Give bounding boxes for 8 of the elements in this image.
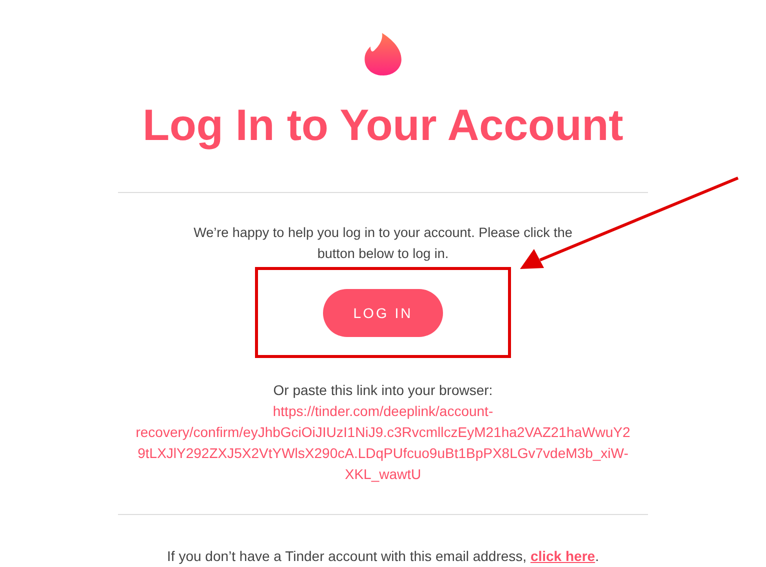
login-button[interactable]: LOG IN: [323, 288, 443, 337]
intro-text: We’re happy to help you log in to your account. Please click the button below to log in.: [192, 224, 574, 264]
click-here-link[interactable]: click here: [530, 548, 596, 564]
page-title: Log In to Your Account: [142, 100, 624, 152]
flame-logo-icon: [363, 33, 403, 76]
recovery-link[interactable]: https://tinder.com/deeplink/account-recovery/confirm/eyJhbGciOiJIUzI1NiJ9.c3RvcmllczEyM21ha2VAZ21haWwuY29tLXJlY292ZXJ5X2VtYWlsX290cA.LDqPUfcuo9uBt1BpPX8LGv7vdeM3b_xiW-XKL_wawtU: [133, 401, 633, 486]
footer-text: If you don’t have a Tinder account with this email address, click here.: [167, 547, 599, 566]
paste-link-text: Or paste this link into your browser:: [273, 381, 493, 400]
